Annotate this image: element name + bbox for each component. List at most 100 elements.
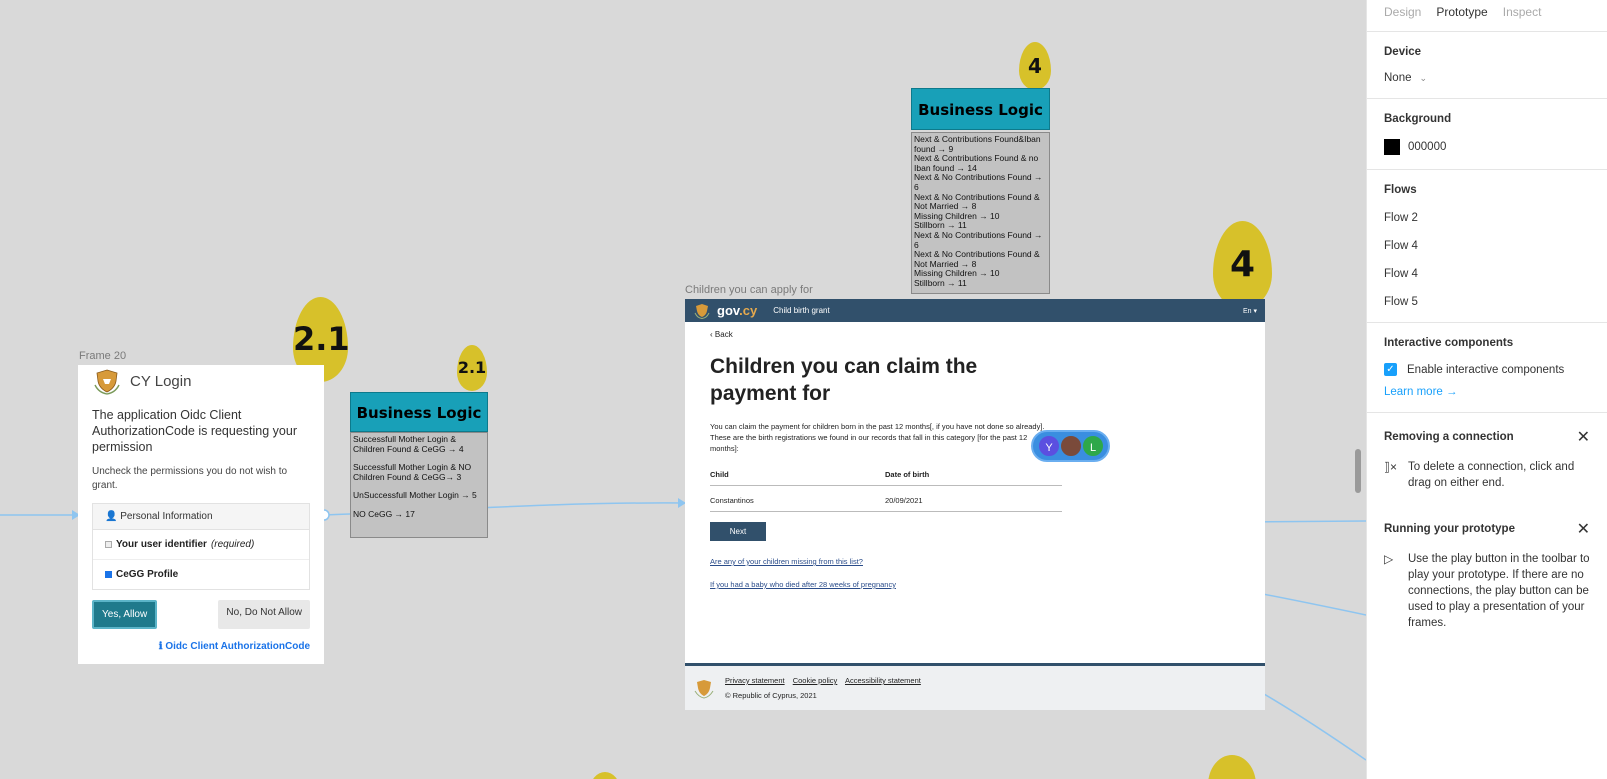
- login-frame[interactable]: CY Login The application Oidc Client Aut…: [78, 365, 324, 664]
- intro-paragraph: You can claim the payment for children b…: [710, 422, 1045, 453]
- bl1-line: Successfull Mother Login & Children Foun…: [353, 434, 464, 454]
- badge-4-small-label: 4: [1028, 54, 1042, 78]
- remove-connection-text: To delete a connection, click and drag o…: [1408, 461, 1575, 489]
- business-logic-1-body[interactable]: Successfull Mother Login & Children Foun…: [350, 432, 488, 538]
- business-logic-1-header[interactable]: Business Logic: [350, 392, 488, 432]
- footer-accessibility-link[interactable]: Accessibility statement: [845, 676, 921, 685]
- learn-more-link[interactable]: Learn more →: [1384, 386, 1590, 398]
- gov-header-bar: gov.cy Child birth grant En ▾: [685, 299, 1265, 322]
- badge-4-small: 4: [1019, 42, 1051, 90]
- device-select[interactable]: None ⌄: [1384, 72, 1590, 84]
- chevron-left-icon: ‹: [710, 330, 713, 339]
- remove-connection-title: Removing a connection: [1384, 431, 1514, 443]
- avatar[interactable]: L: [1081, 434, 1105, 458]
- info-icon: ℹ: [158, 641, 163, 652]
- interactive-components-title: Interactive components: [1384, 337, 1514, 349]
- flow-item[interactable]: Flow 4: [1384, 240, 1590, 252]
- business-logic-2-header[interactable]: Business Logic: [911, 88, 1050, 130]
- bl1-line: NO CeGG → 17: [353, 508, 415, 519]
- run-prototype-text: Use the play button in the toolbar to pl…: [1408, 553, 1590, 629]
- perm-row-identifier: Your user identifier (required): [93, 530, 309, 560]
- deny-button[interactable]: No, Do Not Allow: [218, 600, 310, 629]
- business-logic-2-title: Business Logic: [918, 101, 1043, 119]
- background-swatch[interactable]: [1384, 139, 1400, 155]
- background-value[interactable]: 000000: [1408, 141, 1446, 153]
- run-prototype-body: ▷ Use the play button in the toolbar to …: [1384, 551, 1590, 631]
- bl2-line: Next & No Contributions Found & Not Marr…: [914, 191, 1040, 212]
- flows-section: Flows Flow 2 Flow 4 Flow 4 Flow 5: [1367, 170, 1607, 323]
- col-dob: Date of birth: [885, 470, 930, 479]
- panel-tabs: Design Prototype Inspect: [1367, 0, 1607, 32]
- business-logic-1-title: Business Logic: [356, 404, 482, 422]
- flow-item[interactable]: Flow 2: [1384, 212, 1590, 224]
- bl2-line: Stillborn → 11: [914, 277, 967, 288]
- gov-logo[interactable]: gov.cy: [717, 303, 757, 318]
- avatar[interactable]: Y: [1037, 434, 1061, 458]
- login-prompt: The application Oidc Client Authorizatio…: [92, 408, 297, 454]
- required-label: (required): [210, 539, 255, 550]
- close-icon[interactable]: ✕: [1577, 427, 1590, 447]
- remove-connection-body: ⟧× To delete a connection, click and dra…: [1384, 459, 1590, 491]
- badge-2-1-small-label: 2.1: [457, 358, 487, 377]
- login-header: CY Login: [78, 365, 324, 397]
- gov-frame[interactable]: gov.cy Child birth grant En ▾ ‹ Back Chi…: [685, 299, 1265, 710]
- gov-crest-icon: [694, 303, 710, 319]
- next-button[interactable]: Next: [710, 522, 766, 541]
- page-title: Children you can claim the payment for: [710, 355, 978, 405]
- permissions-header: 👤 Personal Information: [93, 504, 309, 530]
- client-link-label: Oidc Client AuthorizationCode: [165, 641, 310, 652]
- bl2-line: Next & Contributions Found&Iban found → …: [914, 134, 1041, 154]
- background-field[interactable]: 000000: [1384, 139, 1590, 155]
- flows-title: Flows: [1384, 184, 1417, 196]
- device-title: Device: [1384, 46, 1422, 58]
- table-header: Child Date of birth: [710, 470, 1062, 486]
- cegg-checkbox[interactable]: [105, 571, 112, 578]
- background-section: Background 000000: [1367, 99, 1607, 170]
- footer-cookie-link[interactable]: Cookie policy: [793, 676, 838, 685]
- checkmark-icon[interactable]: ✓: [1384, 363, 1397, 376]
- children-table: Child Date of birth Constantinos 20/09/2…: [710, 470, 1062, 512]
- remove-connection-head: Removing a connection ✕: [1384, 427, 1590, 447]
- login-brand: CY Login: [130, 372, 192, 390]
- col-child: Child: [710, 470, 729, 479]
- close-icon[interactable]: ✕: [1577, 519, 1590, 539]
- table-row: Constantinos 20/09/2021: [710, 486, 1062, 512]
- identifier-checkbox[interactable]: [105, 541, 112, 548]
- frame20-label[interactable]: Frame 20: [79, 350, 126, 362]
- stillborn-link[interactable]: If you had a baby who died after 28 week…: [710, 580, 1265, 589]
- language-select[interactable]: En ▾: [1243, 307, 1257, 315]
- gov-logo-cy: .cy: [739, 303, 758, 318]
- client-link[interactable]: ℹ Oidc Client AuthorizationCode: [92, 641, 310, 652]
- canvas-scrollbar[interactable]: [1355, 449, 1361, 493]
- tab-inspect[interactable]: Inspect: [1503, 5, 1542, 26]
- missing-children-link[interactable]: Are any of your children missing from th…: [710, 557, 1265, 566]
- interactive-components-label: Enable interactive components: [1407, 363, 1565, 376]
- play-icon: ▷: [1384, 552, 1394, 566]
- canvas[interactable]: Frame 20 Children you can apply for 2.1 …: [0, 0, 1366, 779]
- back-link[interactable]: ‹ Back: [710, 330, 1265, 339]
- footer-links: Privacy statement Cookie policy Accessib…: [725, 676, 927, 685]
- person-icon: 👤: [105, 511, 118, 522]
- interactive-components-section: Interactive components ✓ Enable interact…: [1367, 323, 1607, 413]
- run-prototype-tip: Running your prototype ✕ ▷ Use the play …: [1367, 505, 1607, 645]
- badge-4-large: 4: [1213, 221, 1272, 309]
- footer-privacy-link[interactable]: Privacy statement: [725, 676, 785, 685]
- tab-prototype[interactable]: Prototype: [1436, 5, 1487, 26]
- collaborator-avatars[interactable]: Y L: [1031, 430, 1110, 462]
- allow-button[interactable]: Yes, Allow: [92, 600, 158, 629]
- chevron-down-icon: ⌄: [1419, 72, 1428, 83]
- flow-item[interactable]: Flow 5: [1384, 296, 1590, 308]
- business-logic-2-body[interactable]: Next & Contributions Found&Iban found → …: [911, 132, 1050, 294]
- badge-4-large-label: 4: [1229, 244, 1256, 285]
- gov-logo-main: gov: [717, 303, 740, 318]
- bl2-line: Next & No Contributions Found → 6: [914, 229, 1043, 250]
- flow-item[interactable]: Flow 4: [1384, 268, 1590, 280]
- background-title: Background: [1384, 113, 1452, 125]
- cell-dob: 20/09/2021: [885, 496, 923, 505]
- children-frame-label[interactable]: Children you can apply for: [685, 284, 813, 296]
- bl2-line: Next & Contributions Found & no Iban fou…: [914, 153, 1039, 173]
- footer-content: Privacy statement Cookie policy Accessib…: [725, 676, 927, 700]
- avatar[interactable]: [1059, 434, 1083, 458]
- interactive-components-toggle[interactable]: ✓ Enable interactive components: [1384, 363, 1590, 376]
- tab-design[interactable]: Design: [1384, 5, 1421, 26]
